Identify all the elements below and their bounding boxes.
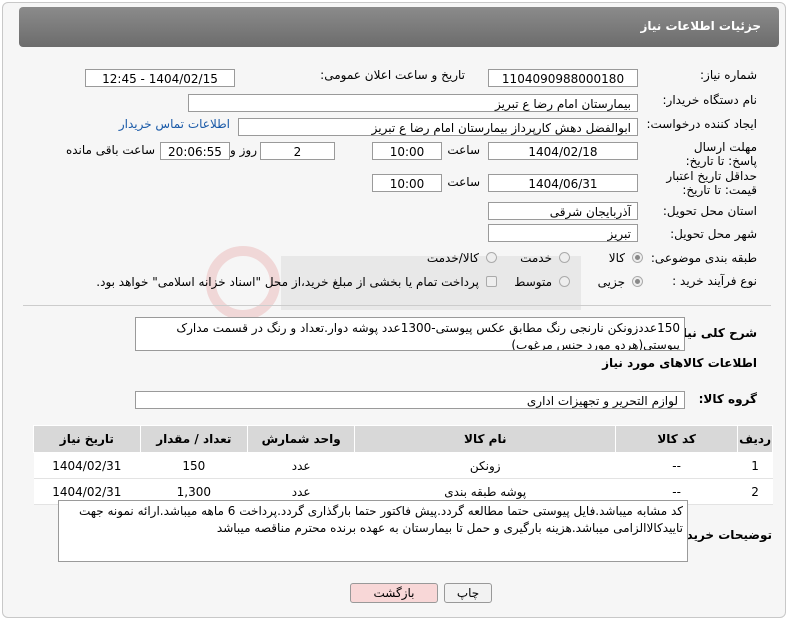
city-field: تبریز xyxy=(488,224,638,242)
goods-group-label: گروه کالا: xyxy=(698,392,757,406)
category-option-goods: کالا xyxy=(608,251,625,265)
category-label: طبقه بندی موضوعی: xyxy=(650,251,757,265)
need-number-label: شماره نیاز: xyxy=(700,68,757,82)
deadline-time-field: 10:00 xyxy=(372,142,442,160)
section-divider xyxy=(23,305,771,306)
process-option-minor: جزیی xyxy=(597,275,625,289)
cell-row-number: 1 xyxy=(737,452,773,479)
deadline-date-field: 1404/02/18 xyxy=(488,142,638,160)
cell-need-date: 1404/02/31 xyxy=(33,452,141,479)
category-radio-service[interactable] xyxy=(559,252,570,263)
buyer-contact-link[interactable]: اطلاعات تماس خریدار xyxy=(119,117,230,131)
table-row: 1 -- زونکن عدد 150 1404/02/31 xyxy=(33,452,773,479)
category-option-goods-service: کالا/خدمت xyxy=(426,251,479,265)
category-option-service: خدمت xyxy=(520,251,552,265)
col-header-item-name: نام کالا xyxy=(354,425,617,453)
need-number-field: 1104090988000180 xyxy=(488,69,638,87)
process-option-medium: متوسط xyxy=(514,275,552,289)
deadline-label: مهلت ارسال پاسخ: تا تاریخ: xyxy=(685,140,757,168)
deadline-time-label: ساعت xyxy=(447,143,480,157)
goods-section-title: اطلاعات کالاهای مورد نیاز xyxy=(602,356,757,370)
cell-unit: عدد xyxy=(247,452,355,479)
city-label: شهر محل تحویل: xyxy=(670,227,757,241)
announce-field: 1404/02/15 - 12:45 xyxy=(85,69,235,87)
process-radio-medium[interactable] xyxy=(559,276,570,287)
col-header-unit: واحد شمارش xyxy=(246,425,356,453)
days-field: 2 xyxy=(260,142,335,160)
category-radio-goods[interactable] xyxy=(632,252,643,263)
summary-textarea[interactable]: 150عددزونکن نارنجی رنگ مطابق عکس پیوستی-… xyxy=(135,317,685,351)
process-radio-minor[interactable] xyxy=(632,276,643,287)
panel-title: جزئیات اطلاعات نیاز xyxy=(640,19,761,33)
buyer-org-label: نام دستگاه خریدار: xyxy=(662,93,758,107)
buyer-org-field: بیمارستان امام رضا ع تبریز xyxy=(188,94,638,112)
buyer-notes-textarea[interactable]: کد مشابه میباشد.فایل پیوستی حتما مطالعه … xyxy=(58,500,688,562)
process-label: نوع فرآیند خرید : xyxy=(672,274,757,288)
province-label: استان محل تحویل: xyxy=(662,204,757,218)
category-radio-goods-service[interactable] xyxy=(486,252,497,263)
back-button[interactable]: بازگشت xyxy=(350,583,438,603)
cell-row-number: 2 xyxy=(737,478,773,505)
validity-date-field: 1404/06/31 xyxy=(488,174,638,192)
days-label: روز و xyxy=(230,143,257,157)
panel-header: جزئیات اطلاعات نیاز xyxy=(19,7,779,47)
creator-field: ابوالفضل دهش کارپرداز بیمارستان امام رضا… xyxy=(238,118,638,136)
goods-table: ردیف کد کالا نام کالا واحد شمارش تعداد /… xyxy=(33,425,773,505)
remaining-label: ساعت باقی مانده xyxy=(65,143,155,157)
creator-label: ایجاد کننده درخواست: xyxy=(646,117,757,131)
col-header-quantity: تعداد / مقدار xyxy=(139,425,248,453)
cell-quantity: 150 xyxy=(140,452,248,479)
treasury-payment-note: پرداخت تمام یا بخشی از مبلغ خرید،از محل … xyxy=(96,275,479,289)
treasury-payment-checkbox[interactable] xyxy=(486,276,497,287)
cell-item-name: زونکن xyxy=(354,452,616,479)
remaining-time-field: 20:06:55 xyxy=(160,142,230,160)
province-field: آذربایجان شرقی xyxy=(488,202,638,220)
validity-label: حداقل تاریخ اعتبار قیمت: تا تاریخ: xyxy=(666,169,757,197)
table-header-row: ردیف کد کالا نام کالا واحد شمارش تعداد /… xyxy=(33,425,773,453)
validity-time-field: 10:00 xyxy=(372,174,442,192)
col-header-need-date: تاریخ نیاز xyxy=(33,425,141,453)
col-header-row-number: ردیف xyxy=(737,425,773,453)
cell-item-code: -- xyxy=(615,452,738,479)
print-button[interactable]: چاپ xyxy=(444,583,492,603)
goods-group-field: لوازم التحریر و تجهیزات اداری xyxy=(135,391,685,409)
validity-time-label: ساعت xyxy=(447,175,480,189)
announce-label: تاریخ و ساعت اعلان عمومی: xyxy=(320,68,465,82)
col-header-item-code: کد کالا xyxy=(615,425,739,453)
